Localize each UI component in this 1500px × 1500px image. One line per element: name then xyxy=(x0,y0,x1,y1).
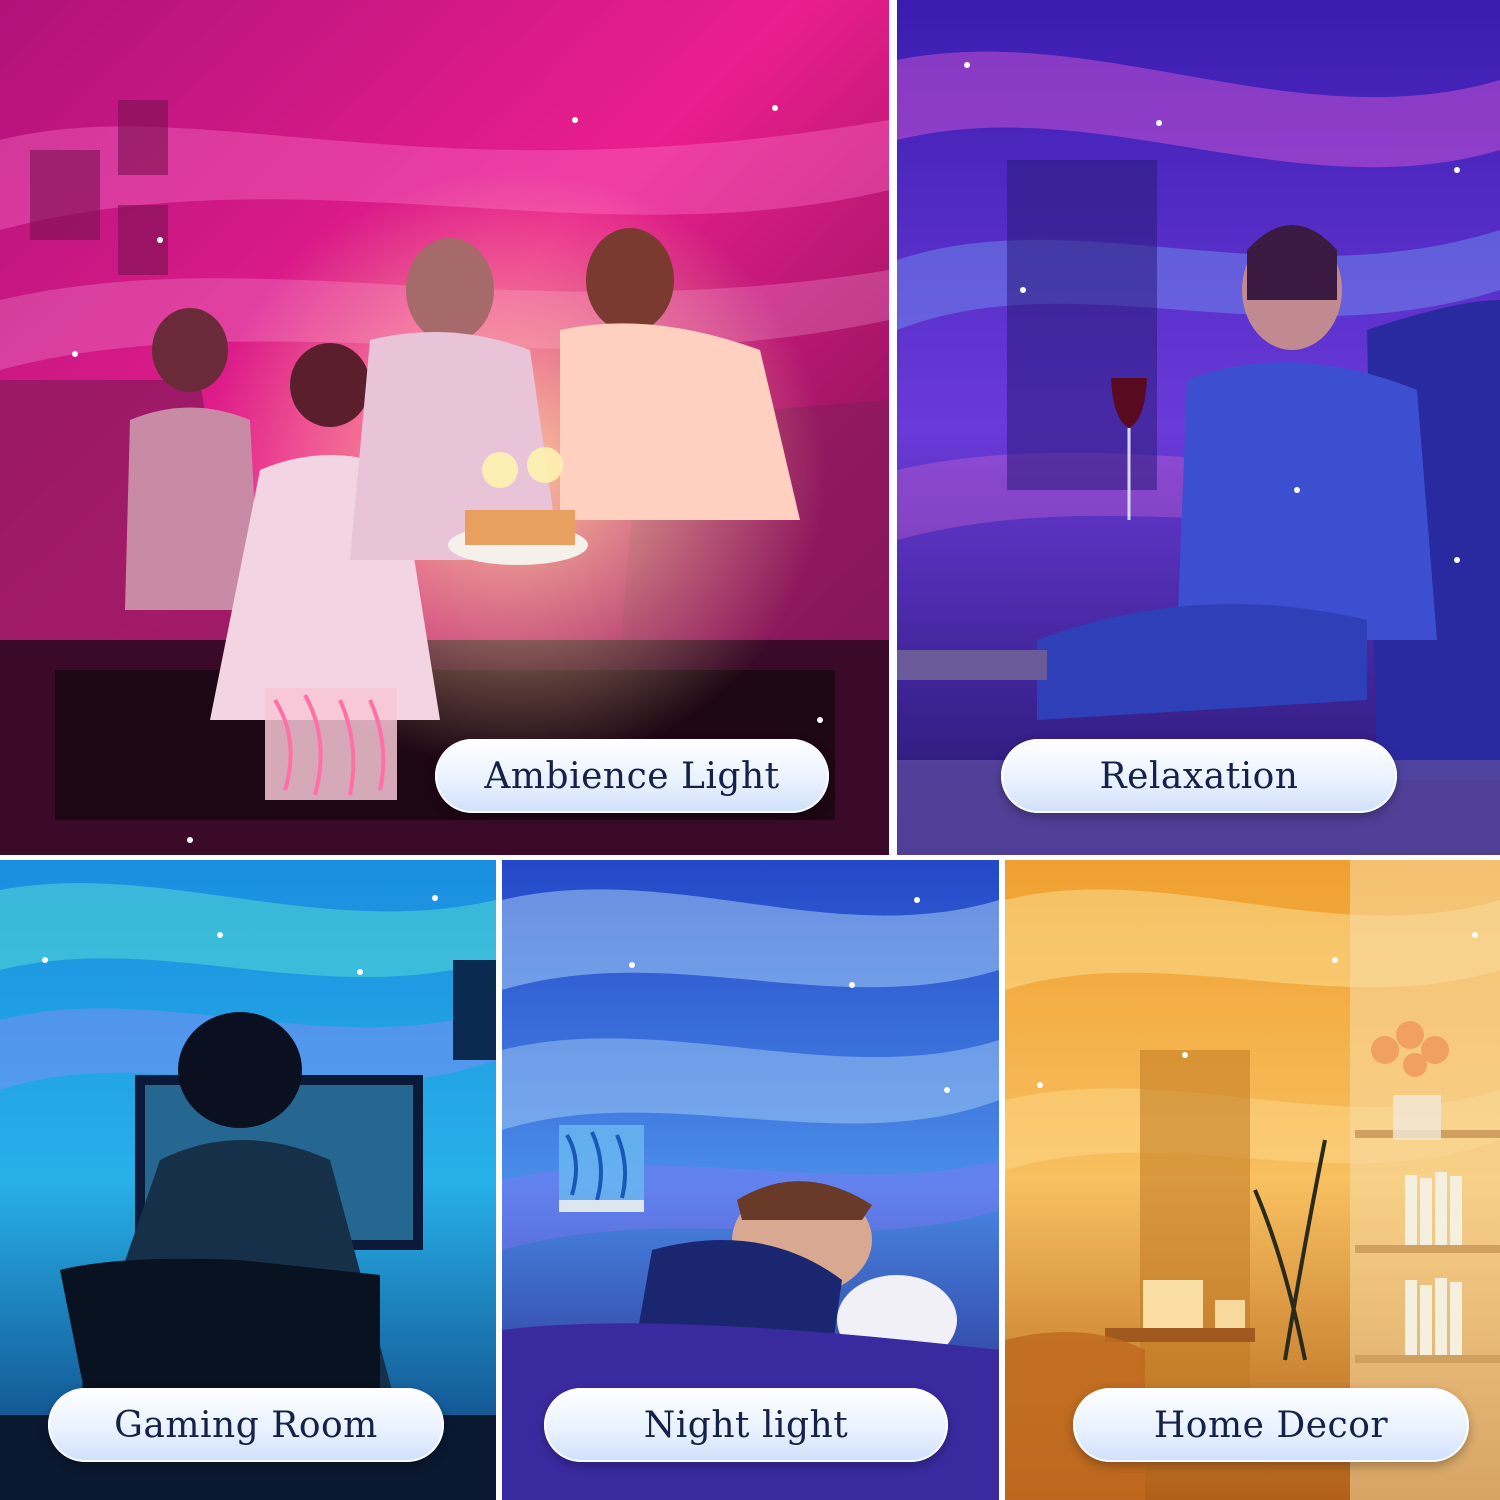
night-light-label: Night light xyxy=(544,1388,948,1462)
relaxation-label: Relaxation xyxy=(1001,739,1397,813)
panel-relaxation: Relaxation xyxy=(897,0,1500,855)
panel-ambience-light: Ambience Light xyxy=(0,0,889,855)
panel-night-light: Night light xyxy=(502,860,999,1500)
party-scene-photo xyxy=(0,0,889,855)
home-decor-label: Home Decor xyxy=(1073,1388,1469,1462)
panel-home-decor: Home Decor xyxy=(1005,860,1500,1500)
panel-gaming-room: Gaming Room xyxy=(0,860,496,1500)
relaxation-scene-photo xyxy=(897,0,1500,855)
gaming-room-label: Gaming Room xyxy=(48,1388,444,1462)
ambience-light-label: Ambience Light xyxy=(435,739,829,813)
